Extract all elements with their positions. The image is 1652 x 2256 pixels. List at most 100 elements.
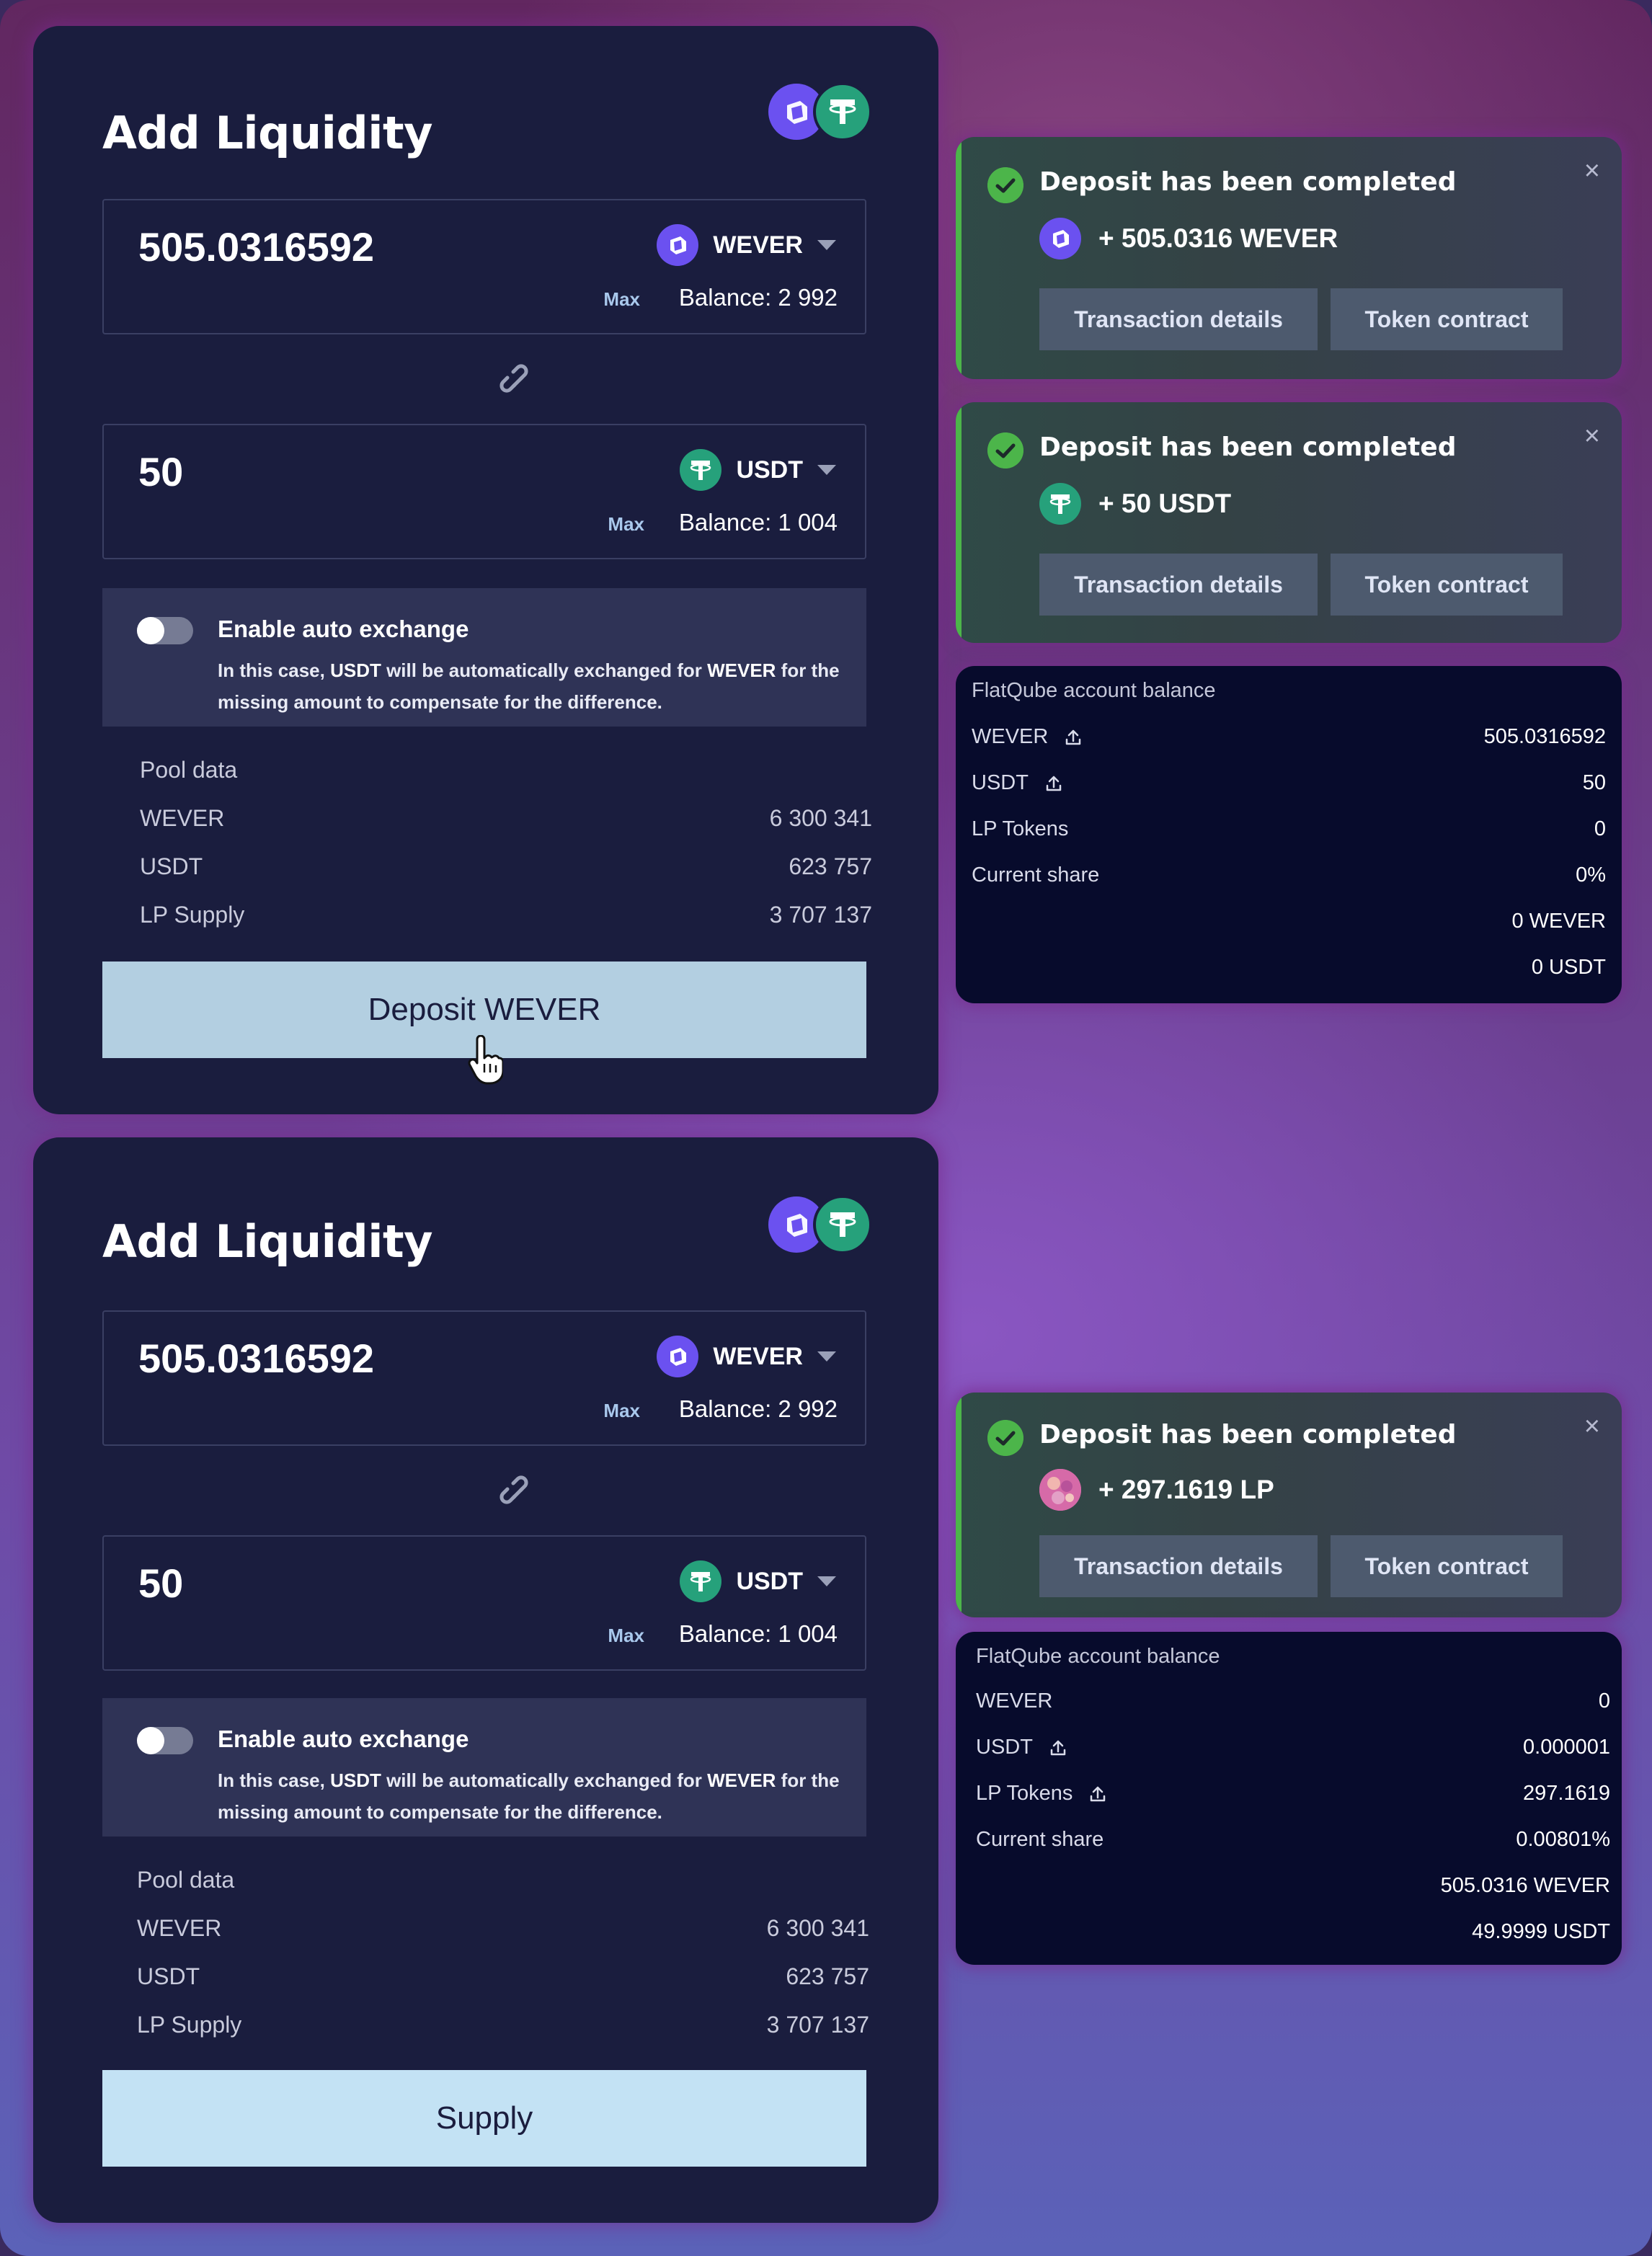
check-circle-icon [987,432,1023,468]
check-circle-icon [987,167,1023,203]
max-button[interactable]: Max [603,1400,640,1422]
transaction-details-button[interactable]: Transaction details [1039,554,1318,616]
chevron-down-icon [817,1576,836,1586]
auto-exchange-description: In this case, USDT will be automatically… [218,1769,840,1823]
token-b-symbol: USDT [736,456,803,484]
pool-data: Pool data WEVER 6 300 341 USDT 623 757 LP … [140,757,872,959]
max-button[interactable]: Max [603,288,640,311]
notification-title: Deposit has been completed [1039,432,1457,462]
auto-exchange-box: Enable auto exchange In this case, USDT … [102,1698,866,1837]
supply-button[interactable]: Supply [102,2070,866,2167]
token-b-selector[interactable]: USDT [680,1558,836,1604]
background: Add Liquidity 505.0316592 WEVER Max Bala… [0,0,1652,2256]
success-stripe [956,137,962,379]
balance-row: WEVER 0 [976,1689,1610,1713]
close-icon[interactable]: × [1584,156,1600,187]
usdt-token-icon [813,82,872,141]
success-stripe [956,402,962,643]
pool-row: LP Supply 3 707 137 [140,902,872,928]
pair-icons [768,82,872,141]
add-liquidity-card: Add Liquidity 505.0316592 WEVER Max Bala… [33,26,938,1114]
notification-amount: + 50 USDT [1039,483,1231,525]
toggle-knob [137,617,164,644]
deposit-notification: Deposit has been completed × + 50 USDT T… [956,402,1622,643]
token-a-selector[interactable]: WEVER [657,1333,836,1380]
token-b-balance: Balance: 1 004 [678,509,838,536]
token-a-amount[interactable]: 505.0316592 [138,1335,374,1382]
pool-data: Pool data WEVER 6 300 341 USDT 623 757 LP … [137,1867,869,2069]
token-b-symbol: USDT [736,1567,803,1595]
auto-exchange-label: Enable auto exchange [218,1726,469,1752]
pool-row: USDT 623 757 [140,853,872,879]
chevron-down-icon [817,465,836,475]
auto-exchange-toggle[interactable] [137,1727,193,1754]
max-button[interactable]: Max [608,1625,644,1647]
token-a-symbol: WEVER [713,1342,803,1370]
toggle-knob [137,1727,164,1754]
notification-title: Deposit has been completed [1039,1420,1457,1449]
token-contract-button[interactable]: Token contract [1331,288,1563,350]
token-b-balance: Balance: 1 004 [678,1620,838,1647]
token-b-field[interactable]: 50 USDT Max Balance: 1 004 [102,1535,866,1671]
token-b-amount[interactable]: 50 [138,1560,183,1607]
notification-title: Deposit has been completed [1039,167,1457,197]
link-icon[interactable] [494,359,541,405]
deposit-notification: Deposit has been completed × + 505.0316 … [956,137,1622,379]
max-button[interactable]: Max [608,513,644,536]
upload-icon[interactable] [1087,1783,1109,1805]
token-a-field[interactable]: 505.0316592 WEVER Max Balance: 2 992 [102,1310,866,1446]
pool-header: Pool data [137,1867,235,1893]
card-title: Add Liquidity [102,107,433,159]
token-a-symbol: WEVER [713,231,803,259]
token-a-balance: Balance: 2 992 [678,1395,838,1422]
usdt-token-icon [680,1560,722,1602]
lp-token-icon [1039,1469,1081,1511]
add-liquidity-card: Add Liquidity 505.0316592 WEVER Max Bala… [33,1137,938,2223]
wever-token-icon [1039,218,1081,259]
chevron-down-icon [817,1351,836,1362]
notification-amount: + 297.1619 LP [1039,1469,1274,1511]
pool-row: USDT 623 757 [137,1963,869,1989]
token-contract-button[interactable]: Token contract [1331,1535,1563,1597]
balance-row: 49.9999 USDT [1472,1920,1610,1943]
auto-exchange-toggle[interactable] [137,617,193,644]
auto-exchange-label: Enable auto exchange [218,616,469,642]
pool-row: LP Supply 3 707 137 [137,2012,869,2038]
token-b-field[interactable]: 50 USDT Max Balance: 1 004 [102,424,866,559]
close-icon[interactable]: × [1584,421,1600,452]
token-b-selector[interactable]: USDT [680,447,836,493]
pool-row: WEVER 6 300 341 [137,1915,869,1941]
usdt-token-icon [680,449,722,491]
wever-token-icon [657,224,699,266]
chevron-down-icon [817,240,836,250]
token-b-amount[interactable]: 50 [138,448,183,495]
token-a-field[interactable]: 505.0316592 WEVER Max Balance: 2 992 [102,199,866,334]
token-contract-button[interactable]: Token contract [1331,554,1563,616]
usdt-token-icon [1039,483,1081,525]
auto-exchange-box: Enable auto exchange In this case, USDT … [102,588,866,727]
upload-icon[interactable] [1047,1737,1069,1759]
account-balance-panel: FlatQube account balance WEVER 0 USDT 0.0… [956,1632,1622,1965]
balance-row: 505.0316 WEVER [1440,1874,1610,1897]
usdt-token-icon [813,1195,872,1254]
balance-row: Current share 0% [972,863,1606,887]
balance-row: Current share 0.00801% [976,1828,1610,1851]
balance-panel-title: FlatQube account balance [972,679,1216,702]
token-a-selector[interactable]: WEVER [657,222,836,268]
token-a-balance: Balance: 2 992 [678,284,838,311]
transaction-details-button[interactable]: Transaction details [1039,288,1318,350]
account-balance-panel: FlatQube account balance WEVER 505.03165… [956,666,1622,1003]
balance-row: USDT 0.000001 [976,1736,1610,1759]
transaction-details-button[interactable]: Transaction details [1039,1535,1318,1597]
upload-icon[interactable] [1062,727,1084,748]
balance-panel-title: FlatQube account balance [976,1645,1220,1668]
upload-icon[interactable] [1043,773,1065,794]
token-a-amount[interactable]: 505.0316592 [138,223,374,270]
pool-header: Pool data [140,757,238,783]
balance-row: WEVER 505.0316592 [972,725,1606,748]
close-icon[interactable]: × [1584,1411,1600,1442]
balance-row: 0 USDT [1531,956,1606,979]
link-icon[interactable] [494,1470,541,1516]
check-circle-icon [987,1420,1023,1456]
auto-exchange-description: In this case, USDT will be automatically… [218,660,840,713]
